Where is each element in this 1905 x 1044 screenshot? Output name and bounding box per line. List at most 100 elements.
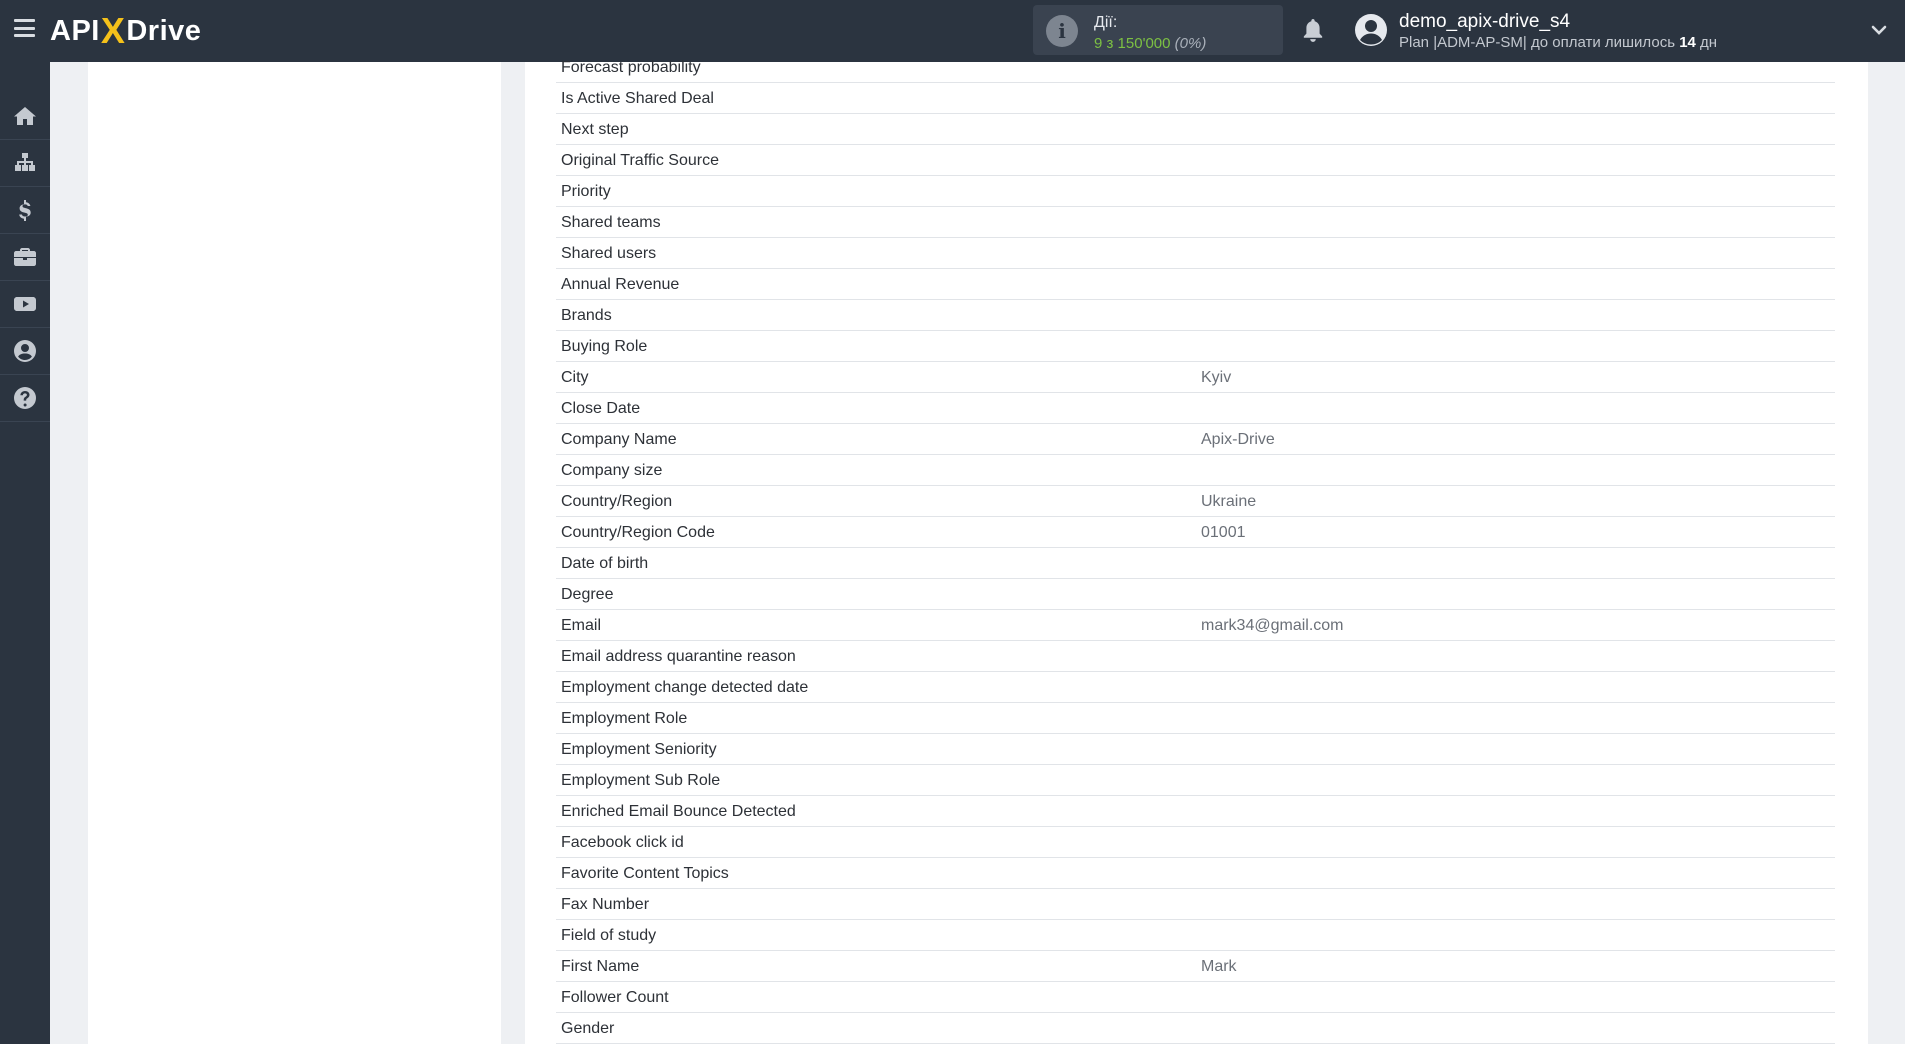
logo-text-drive: Drive: [126, 14, 202, 47]
sidebar-item-connections[interactable]: [0, 140, 50, 187]
field-name: Employment Seniority: [561, 741, 717, 758]
youtube-icon: [14, 297, 36, 311]
field-name: Shared users: [561, 245, 657, 262]
field-row: City Kyiv: [556, 362, 1835, 393]
user-avatar-icon[interactable]: [1354, 13, 1388, 47]
field-row: Buying Role: [556, 331, 1835, 362]
sidebar-item-home[interactable]: [0, 93, 50, 140]
field-name: Email: [561, 617, 602, 634]
field-row: Date of birth: [556, 548, 1835, 579]
field-name: Date of birth: [561, 555, 649, 572]
sidebar-item-help[interactable]: [0, 375, 50, 422]
actions-percent: (0%): [1174, 35, 1207, 52]
field-name: Country/Region Code: [561, 524, 715, 541]
field-name: Employment Sub Role: [561, 772, 721, 789]
field-row: Shared teams: [556, 207, 1835, 238]
field-row: Next step: [556, 114, 1835, 145]
field-name: Next step: [561, 121, 629, 138]
field-name: Close Date: [561, 400, 641, 417]
field-row: Company Name Apix-Drive: [556, 424, 1835, 455]
field-name: Employment Role: [561, 710, 688, 727]
field-row: Shared users: [556, 238, 1835, 269]
chevron-down-icon[interactable]: [1871, 24, 1887, 36]
field-row: First Name Mark: [556, 951, 1835, 982]
field-value: Mark: [1201, 958, 1237, 975]
field-value: Ukraine: [1201, 493, 1257, 510]
field-name: Field of study: [561, 927, 657, 944]
field-row: Country/Region Ukraine: [556, 486, 1835, 517]
notifications-bell-icon[interactable]: [1302, 17, 1324, 43]
field-name: Shared teams: [561, 214, 661, 231]
info-icon: i: [1046, 15, 1078, 47]
field-value: 01001: [1201, 524, 1246, 541]
fields-table: Forecast probability Is Active Shared Dea…: [556, 52, 1835, 1044]
field-name: Gender: [561, 1020, 615, 1037]
field-row: Email mark34@gmail.com: [556, 610, 1835, 641]
sitemap-icon: [15, 153, 35, 171]
sidebar: [0, 62, 50, 1044]
field-row: Field of study: [556, 920, 1835, 951]
user-plan-info: Plan |ADM-AP-SM| до оплати лишилось 14 д…: [1399, 34, 1717, 51]
logo-text-api: API: [50, 14, 100, 47]
field-row: Is Active Shared Deal: [556, 83, 1835, 114]
field-name: Priority: [561, 183, 611, 200]
field-name: Company Name: [561, 431, 677, 448]
hamburger-menu-icon[interactable]: [14, 19, 35, 37]
field-row: Employment Role: [556, 703, 1835, 734]
field-name: Follower Count: [561, 989, 669, 1006]
field-row: Close Date: [556, 393, 1835, 424]
field-name: Facebook click id: [561, 834, 684, 851]
field-row: Annual Revenue: [556, 269, 1835, 300]
plan-days-suffix: дн: [1695, 34, 1718, 51]
actions-counter[interactable]: i Дії: 9 з 150'000 (0%): [1033, 5, 1283, 55]
left-panel: [88, 62, 501, 1044]
field-name: Company size: [561, 462, 663, 479]
field-row: Employment change detected date: [556, 672, 1835, 703]
field-value: Apix-Drive: [1201, 431, 1275, 448]
field-row: Employment Seniority: [556, 734, 1835, 765]
field-row: Country/Region Code 01001: [556, 517, 1835, 548]
field-name: Favorite Content Topics: [561, 865, 729, 882]
sidebar-item-tools[interactable]: [0, 234, 50, 281]
apixdrive-logo[interactable]: API X Drive: [50, 10, 202, 51]
field-row: Priority: [556, 176, 1835, 207]
field-name: Employment change detected date: [561, 679, 809, 696]
home-icon: [14, 107, 36, 125]
field-row: Company size: [556, 455, 1835, 486]
sidebar-item-account[interactable]: [0, 328, 50, 375]
field-name: Degree: [561, 586, 614, 603]
field-name: Brands: [561, 307, 612, 324]
field-name: Fax Number: [561, 896, 650, 913]
actions-count: 9 з 150'000: [1094, 35, 1171, 52]
actions-label: Дії:: [1094, 14, 1118, 31]
field-name: Original Traffic Source: [561, 152, 719, 169]
sidebar-item-video[interactable]: [0, 281, 50, 328]
sidebar-item-billing[interactable]: [0, 187, 50, 234]
field-name: Buying Role: [561, 338, 648, 355]
field-name: Annual Revenue: [561, 276, 680, 293]
user-circle-icon: [14, 340, 36, 362]
field-row: Facebook click id: [556, 827, 1835, 858]
field-row: Forecast probability: [556, 52, 1835, 83]
plan-text: Plan |ADM-AP-SM| до оплати лишилось: [1399, 34, 1680, 51]
field-row: Gender: [556, 1013, 1835, 1044]
user-name[interactable]: demo_apix-drive_s4: [1399, 11, 1570, 33]
field-row: Fax Number: [556, 889, 1835, 920]
dollar-icon: [19, 200, 31, 221]
briefcase-icon: [14, 248, 36, 266]
actions-value: 9 з 150'000 (0%): [1094, 35, 1206, 52]
field-name: City: [561, 369, 589, 386]
logo-text-x: X: [100, 10, 126, 51]
field-name: Is Active Shared Deal: [561, 90, 714, 107]
field-name: Forecast probability: [561, 59, 701, 76]
question-circle-icon: [14, 387, 36, 409]
field-row: Employment Sub Role: [556, 765, 1835, 796]
field-row: Degree: [556, 579, 1835, 610]
field-name: Country/Region: [561, 493, 673, 510]
field-row: Email address quarantine reason: [556, 641, 1835, 672]
field-name: Email address quarantine reason: [561, 648, 796, 665]
field-row: Enriched Email Bounce Detected: [556, 796, 1835, 827]
field-value: Kyiv: [1201, 369, 1232, 386]
field-row: Favorite Content Topics: [556, 858, 1835, 889]
field-row: Original Traffic Source: [556, 145, 1835, 176]
